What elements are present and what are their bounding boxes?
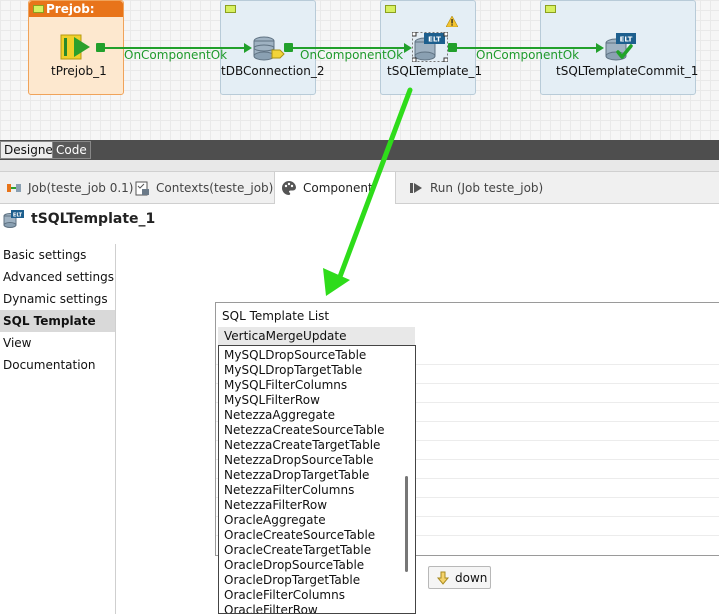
connection-arrow-icon xyxy=(244,43,252,53)
sqltemplate-icon[interactable]: ELT xyxy=(411,31,449,63)
collapse-toggle-icon[interactable] xyxy=(225,5,236,13)
nav-sql-template[interactable]: SQL Template xyxy=(0,310,115,332)
link-label-3[interactable]: OnComponentOk xyxy=(476,48,579,62)
editor-tab-bar: Designer Code xyxy=(0,140,719,160)
prejob-icon[interactable] xyxy=(60,34,94,60)
svg-text:ELT: ELT xyxy=(13,212,23,218)
warning-icon[interactable] xyxy=(445,15,459,28)
dropdown-option[interactable]: OracleCreateTargetTable xyxy=(219,543,415,558)
tab-run[interactable]: Run (Job teste_job) xyxy=(402,172,552,204)
job-canvas[interactable]: Prejob: tPrejob_1 tDBConnection_2 ELT tS… xyxy=(0,0,719,140)
tab-contexts[interactable]: Contexts(teste_job) xyxy=(128,172,274,204)
link-label-2[interactable]: OnComponentOk xyxy=(300,48,403,62)
template-cell-selected[interactable]: VerticaMergeUpdate xyxy=(218,327,399,345)
talend-studio-window: Prejob: tPrejob_1 tDBConnection_2 ELT tS… xyxy=(0,0,719,614)
dropdown-option[interactable]: OracleCreateSourceTable xyxy=(219,528,415,543)
nav-advanced-settings[interactable]: Advanced settings xyxy=(0,266,115,288)
dropdown-option[interactable]: OracleDropSourceTable xyxy=(219,558,415,573)
nav-view[interactable]: View xyxy=(0,332,115,354)
move-down-button[interactable]: down xyxy=(428,566,491,589)
dropdown-options: MySQLDropSourceTable MySQLDropTargetTable… xyxy=(219,348,415,613)
component-label-sqltemplatecommit: tSQLTemplateCommit_1 xyxy=(556,64,699,78)
panel-sash[interactable] xyxy=(0,160,719,172)
database-connection-icon[interactable] xyxy=(252,36,286,62)
template-dropdown-list[interactable]: MySQLDropSourceTable MySQLDropTargetTable… xyxy=(218,345,416,614)
dropdown-option[interactable]: OracleDropTargetTable xyxy=(219,573,415,588)
tab-job[interactable]: Job(teste_job 0.1) xyxy=(0,172,133,204)
svg-text:ELT: ELT xyxy=(428,36,441,44)
component-label-prejob: tPrejob_1 xyxy=(51,64,107,78)
component-title-bar: ELT tSQLTemplate_1 xyxy=(0,204,719,234)
dropdown-option[interactable]: NetezzaFilterColumns xyxy=(219,483,415,498)
sql-template-settings: SQL Template List VerticaMergeUpdate xyxy=(116,234,719,614)
page-title: tSQLTemplate_1 xyxy=(31,211,156,227)
contexts-icon xyxy=(134,180,150,196)
dropdown-option[interactable]: OracleFilterColumns xyxy=(219,588,415,603)
template-cell-dropdown[interactable] xyxy=(399,327,415,345)
component-label-sqltemplate: tSQLTemplate_1 xyxy=(387,64,483,78)
table-header: SQL Template List xyxy=(222,309,330,323)
dropdown-option[interactable]: NetezzaAggregate xyxy=(219,408,415,423)
nav-documentation[interactable]: Documentation xyxy=(0,354,115,376)
svg-text:ELT: ELT xyxy=(620,36,633,44)
nav-basic-settings[interactable]: Basic settings xyxy=(0,244,115,266)
job-icon xyxy=(6,180,22,196)
dropdown-option[interactable]: NetezzaFilterRow xyxy=(219,498,415,513)
collapse-toggle-icon[interactable] xyxy=(33,5,44,13)
dropdown-option[interactable]: MySQLDropSourceTable xyxy=(219,348,415,363)
dropdown-scrollbar[interactable] xyxy=(405,476,408,572)
dropdown-option[interactable]: OracleAggregate xyxy=(219,513,415,528)
collapse-toggle-icon[interactable] xyxy=(545,5,556,13)
dropdown-option[interactable]: NetezzaCreateTargetTable xyxy=(219,438,415,453)
run-icon xyxy=(408,180,424,196)
arrow-down-icon xyxy=(436,571,450,585)
collapse-toggle-icon[interactable] xyxy=(385,5,396,13)
nav-dynamic-settings[interactable]: Dynamic settings xyxy=(0,288,115,310)
palette-icon xyxy=(281,180,297,196)
tab-code[interactable]: Code xyxy=(52,141,91,159)
dropdown-option[interactable]: NetezzaCreateSourceTable xyxy=(219,423,415,438)
connection-arrow-icon xyxy=(404,43,412,53)
dropdown-option[interactable]: MySQLFilterRow xyxy=(219,393,415,408)
sqltemplate-small-icon: ELT xyxy=(3,210,25,228)
component-label-dbconnection: tDBConnection_2 xyxy=(221,64,325,78)
settings-nav: Basic settings Advanced settings Dynamic… xyxy=(0,244,116,614)
sqltemplatecommit-icon[interactable]: ELT xyxy=(604,32,638,62)
dropdown-option[interactable]: OracleFilterRow xyxy=(219,603,415,613)
dropdown-option[interactable]: NetezzaDropTargetTable xyxy=(219,468,415,483)
dropdown-option[interactable]: MySQLDropTargetTable xyxy=(219,363,415,378)
connection-arrow-icon xyxy=(596,43,604,53)
tab-component[interactable]: Component xyxy=(274,172,396,204)
dropdown-option[interactable]: NetezzaDropSourceTable xyxy=(219,453,415,468)
link-label-1[interactable]: OnComponentOk xyxy=(124,48,227,62)
dropdown-option[interactable]: MySQLFilterColumns xyxy=(219,378,415,393)
view-tab-bar: Job(teste_job 0.1) Contexts(teste_job) C… xyxy=(0,172,719,204)
